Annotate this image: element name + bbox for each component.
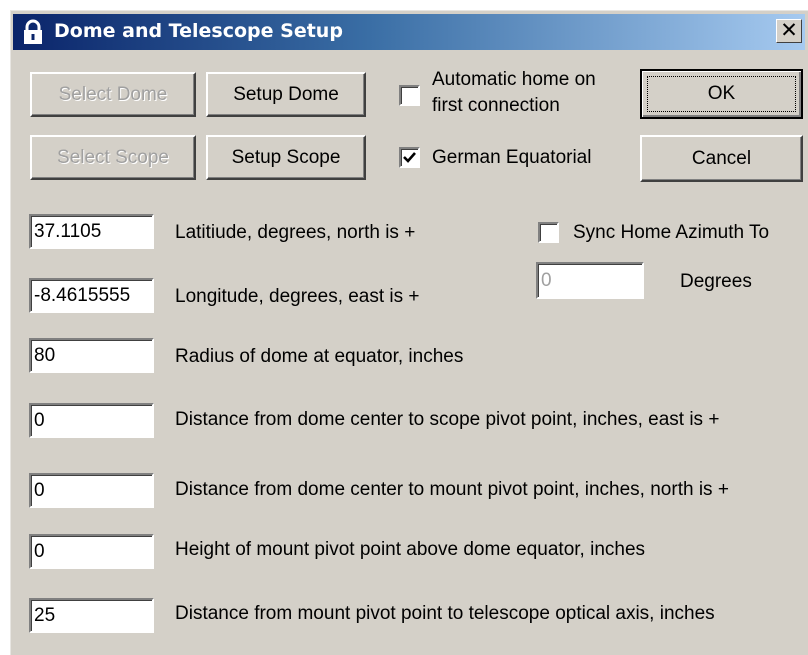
title-bar[interactable]: Dome and Telescope Setup ✕ bbox=[13, 14, 805, 50]
dome-radius-input[interactable] bbox=[29, 338, 154, 373]
mount-pivot-height-label: Height of mount pivot point above dome e… bbox=[175, 539, 646, 560]
sync-home-azimuth-checkbox[interactable] bbox=[538, 222, 559, 243]
mount-pivot-offset-label: Distance from dome center to mount pivot… bbox=[175, 479, 729, 500]
setup-scope-button[interactable]: Setup Scope bbox=[206, 135, 366, 180]
auto-home-label-line2: first connection bbox=[432, 95, 560, 116]
window-title: Dome and Telescope Setup bbox=[54, 20, 343, 42]
sync-degrees-input[interactable] bbox=[536, 262, 644, 299]
setup-dome-button[interactable]: Setup Dome bbox=[206, 72, 366, 117]
longitude-input[interactable] bbox=[29, 278, 154, 313]
close-button[interactable]: ✕ bbox=[776, 19, 802, 43]
select-scope-button[interactable]: Select Scope bbox=[30, 135, 196, 180]
dome-radius-label: Radius of dome at equator, inches bbox=[175, 346, 464, 367]
degrees-label: Degrees bbox=[680, 271, 752, 292]
dome-telescope-setup-window: Dome and Telescope Setup ✕ Select Dome S… bbox=[9, 9, 808, 655]
ok-label: OK bbox=[707, 83, 736, 104]
auto-home-checkbox[interactable] bbox=[399, 85, 420, 106]
padlock-icon bbox=[24, 19, 42, 44]
optical-axis-distance-input[interactable] bbox=[29, 598, 154, 633]
checkmark-icon bbox=[403, 152, 416, 163]
german-equatorial-checkbox[interactable] bbox=[399, 147, 420, 168]
latitude-input[interactable] bbox=[29, 214, 154, 249]
mount-pivot-offset-input[interactable] bbox=[29, 473, 154, 508]
scope-pivot-offset-label: Distance from dome center to scope pivot… bbox=[175, 409, 720, 430]
auto-home-label-line1: Automatic home on bbox=[432, 69, 596, 90]
sync-home-azimuth-label: Sync Home Azimuth To bbox=[573, 222, 770, 243]
select-dome-button[interactable]: Select Dome bbox=[30, 72, 196, 117]
latitude-label: Latitiude, degrees, north is + bbox=[175, 222, 416, 243]
cancel-button[interactable]: Cancel bbox=[640, 135, 803, 182]
mount-pivot-height-input[interactable] bbox=[29, 534, 154, 569]
ok-button[interactable]: OK bbox=[640, 69, 803, 119]
scope-pivot-offset-input[interactable] bbox=[29, 403, 154, 438]
close-icon: ✕ bbox=[780, 18, 798, 42]
german-equatorial-label: German Equatorial bbox=[432, 147, 592, 168]
longitude-label: Longitude, degrees, east is + bbox=[175, 286, 420, 307]
optical-axis-distance-label: Distance from mount pivot point to teles… bbox=[175, 603, 715, 624]
